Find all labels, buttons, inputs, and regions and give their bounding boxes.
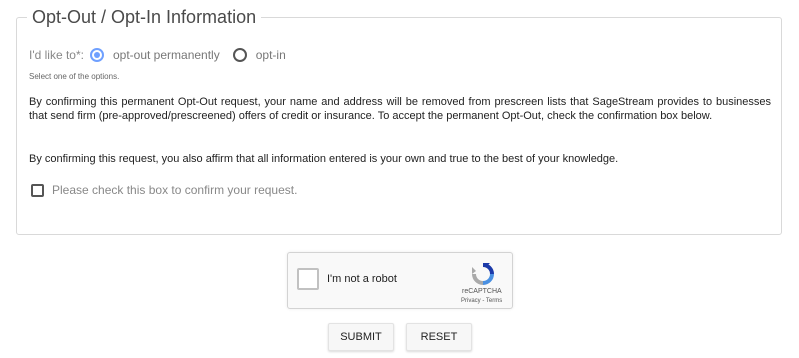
recaptcha-privacy-link[interactable]: Privacy (461, 298, 481, 304)
recaptcha-checkbox[interactable] (297, 268, 319, 290)
form-legend: Opt-Out / Opt-In Information (27, 6, 262, 28)
recaptcha-brand: reCAPTCHA (462, 288, 502, 295)
reset-button[interactable]: RESET (406, 323, 472, 351)
recaptcha-widget: I'm not a robot reCAPTCHA Privacy - Term… (287, 252, 513, 309)
confirm-checkbox[interactable] (31, 183, 44, 197)
recaptcha-label: I'm not a robot (327, 273, 397, 285)
confirm-checkbox-label[interactable]: Please check this box to confirm your re… (52, 183, 297, 197)
affirmation-text: By confirming this request, you also aff… (29, 153, 619, 165)
opt-choice-prompt: I'd like to*: (29, 48, 84, 62)
opt-choice-group: I'd like to*: opt-out permanently opt-in (29, 46, 299, 64)
opt-out-explanation: By confirming this permanent Opt-Out req… (29, 96, 771, 122)
opt-out-radio[interactable] (89, 48, 104, 62)
submit-button[interactable]: SUBMIT (328, 323, 394, 351)
recaptcha-terms-link[interactable]: Terms (486, 298, 502, 304)
helper-text: Select one of the options. (29, 72, 120, 81)
recaptcha-logo-icon (472, 263, 494, 285)
opt-in-radio-label[interactable]: opt-in (256, 48, 286, 62)
opt-out-radio-label[interactable]: opt-out permanently (113, 48, 220, 62)
confirm-row[interactable]: Please check this box to confirm your re… (31, 183, 297, 197)
opt-in-radio[interactable] (232, 48, 247, 62)
recaptcha-links: Privacy - Terms (461, 298, 503, 304)
